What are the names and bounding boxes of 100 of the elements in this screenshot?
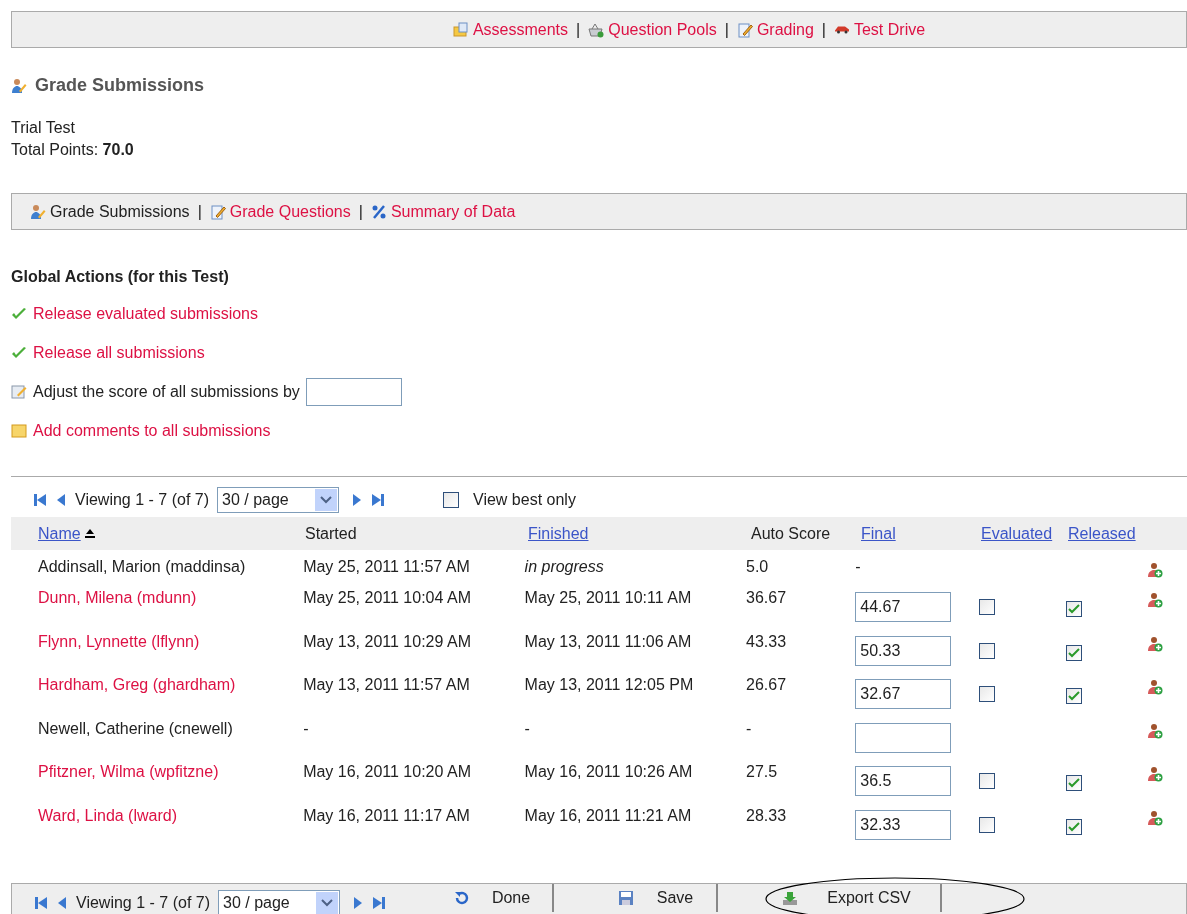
checkbox[interactable] [979,686,996,702]
table-cell: May 13, 2011 10:29 AM [303,632,471,650]
download-icon [782,890,798,906]
percent-icon [370,203,387,220]
car-icon [833,25,850,34]
final-score-field[interactable]: 44.67 [855,592,952,622]
separator: | [576,19,581,40]
user-add-icon[interactable] [1147,766,1164,782]
checkbox[interactable] [979,773,996,789]
nav-link[interactable]: Grading [756,17,814,42]
checkbox[interactable] [979,642,996,659]
table-cell: - [746,719,752,737]
table-cell: May 13, 2011 11:57 AM [303,676,470,693]
final-score-field[interactable]: 32.67 [855,679,952,709]
final-score-field[interactable] [855,722,952,753]
table-cell: May 16, 2011 11:17 AM [303,806,470,824]
separator: | [197,201,202,222]
separator: | [358,201,363,222]
column-header: Auto Score [751,523,831,544]
checkbox[interactable] [979,816,996,833]
last-page-icon[interactable] [371,493,385,507]
student-link[interactable]: Ward, Linda (lward) [38,806,177,824]
viewing-count: Viewing 1 - 7 (of 7) [75,490,209,510]
nav-link[interactable]: Question Pools [608,17,717,42]
column-header-link[interactable]: Released [1068,521,1136,546]
nav-link[interactable]: Assessments [472,17,569,42]
next-page-icon[interactable] [352,896,364,910]
section-heading: Global Actions (for this Test) [11,267,230,287]
folder-icon [452,21,469,38]
table-cell: May 13, 2011 12:05 PM [524,676,694,693]
table-cell: May 16, 2011 10:20 AM [303,763,471,780]
action-link[interactable]: Release evaluated submissions [33,302,258,326]
pencil-icon [209,203,226,220]
table-cell: 43.33 [746,632,787,650]
checkbox[interactable] [1065,818,1082,835]
student-link[interactable]: Hardham, Greg (ghardham) [38,676,236,693]
person-pencil-icon [30,203,46,220]
separator: | [821,19,826,40]
save-icon [618,890,634,906]
table-cell: - [855,557,861,575]
student-name: Newell, Catherine (cnewell) [38,719,233,737]
table-cell: May 13, 2011 11:06 AM [524,632,692,650]
column-header-link[interactable]: Finished [528,521,589,546]
viewing-count: Viewing 1 - 7 (of 7) [76,893,210,913]
user-add-icon[interactable] [1147,635,1164,652]
first-page-icon[interactable] [33,493,47,507]
table-cell: 26.67 [746,676,787,693]
table-cell: - [524,719,530,737]
action-link[interactable]: Release all submissions [33,341,205,365]
column-header-link[interactable]: Evaluated [981,521,1053,546]
table-cell: May 16, 2011 11:21 AM [524,806,692,824]
table-cell: - [303,719,309,737]
test-name: Trial Test [11,118,76,138]
total-points: Total Points: 70.0 [11,140,135,160]
subnav-link[interactable]: Grade Submissions [50,199,190,224]
table-cell: May 25, 2011 10:04 AM [303,589,471,606]
nav-link[interactable]: Test Drive [853,17,926,42]
previous-page-icon[interactable] [55,493,67,507]
action-link[interactable]: Add comments to all submissions [33,419,271,443]
checkbox[interactable] [443,492,459,508]
column-header-link[interactable]: Name [38,521,81,546]
first-page-icon[interactable] [34,896,48,910]
checkbox[interactable] [1065,775,1082,791]
next-page-icon[interactable] [351,493,363,507]
user-add-icon[interactable] [1147,679,1164,695]
student-name: Addinsall, Marion (maddinsa) [38,557,246,575]
checkbox[interactable] [1065,644,1082,661]
final-score-field[interactable]: 50.33 [855,635,952,666]
user-add-icon[interactable] [1147,561,1164,578]
user-add-icon[interactable] [1147,592,1164,608]
table-cell: in progress [524,557,604,575]
last-page-icon[interactable] [372,896,386,910]
person-pencil-icon [11,77,27,94]
action-label: Adjust the score of all submissions by [33,382,300,402]
table-cell: 36.67 [746,589,787,606]
table-cell: May 25, 2011 11:57 AM [303,557,470,575]
column-header-link[interactable]: Final [861,521,896,546]
table-cell: 28.33 [746,806,787,824]
pencil-icon [736,21,753,38]
student-link[interactable]: Pfitzner, Wilma (wpfitzne) [38,763,219,780]
note-pencil-icon [11,384,27,400]
final-score-field[interactable]: 32.33 [855,809,952,840]
basket-icon [588,21,605,38]
checkbox[interactable] [1065,688,1082,704]
checkmark-icon [11,345,27,361]
per-page-select[interactable]: 30 / page [218,890,340,914]
previous-page-icon[interactable] [56,896,68,910]
subnav-link[interactable]: Summary of Data [390,199,516,224]
checkbox[interactable] [1065,601,1082,617]
student-link[interactable]: Dunn, Milena (mdunn) [38,589,197,606]
checkbox[interactable] [979,599,996,615]
note-icon [11,423,27,439]
separator: | [724,19,729,40]
final-score-field[interactable]: 36.5 [855,766,952,796]
student-link[interactable]: Flynn, Lynnette (lflynn) [38,632,200,650]
score-adjust-field[interactable] [305,378,402,406]
user-add-icon[interactable] [1147,722,1164,739]
user-add-icon[interactable] [1147,809,1164,826]
per-page-select[interactable]: 30 / page [217,487,339,513]
subnav-link[interactable]: Grade Questions [229,199,351,224]
